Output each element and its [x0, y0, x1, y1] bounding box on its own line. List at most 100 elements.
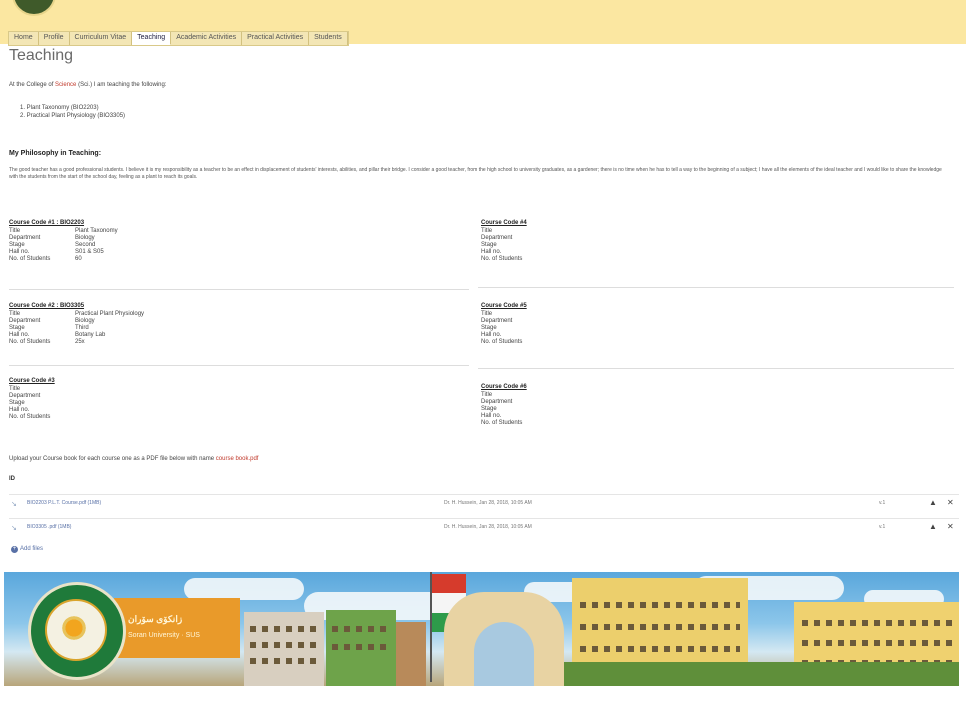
course-block-1: Course Code #1 : BIO2203 Title Plant Taxo…	[9, 219, 229, 263]
campus-banner: زانكۆی سۆران Soran University · SUS	[4, 572, 959, 686]
field-label: Stage	[9, 325, 25, 331]
field-label: No. of Students	[481, 339, 523, 345]
field-value: Botany Lab	[75, 332, 106, 338]
tab-students[interactable]: Students	[309, 32, 348, 45]
trees	[564, 662, 959, 686]
course-block-2: Course Code #2 : BIO3305 Title Practical …	[9, 302, 229, 346]
university-logo[interactable]	[12, 0, 56, 16]
college-link[interactable]: Science	[55, 82, 76, 88]
field-value: Third	[75, 325, 89, 331]
field-label: Stage	[481, 406, 497, 412]
course-book-link[interactable]: course book.pdf	[216, 456, 259, 462]
intro-text: At the College of Science (Sci.) I am te…	[9, 81, 166, 89]
page-title: Teaching	[9, 47, 74, 64]
file-version[interactable]: v.1	[879, 500, 885, 506]
field-label: Title	[9, 228, 21, 234]
field-label: Stage	[481, 242, 497, 248]
file-link[interactable]: BIO3305 .pdf (1MB)	[27, 524, 71, 530]
upload-icon[interactable]: ▲	[929, 522, 937, 531]
course-code: Course Code #1 : BIO2203	[9, 220, 85, 226]
course-list: 1. Plant Taxonomy (BIO2203) 2. Practical…	[20, 104, 125, 120]
field-label: Hall no.	[481, 332, 502, 338]
field-label: No. of Students	[9, 339, 51, 345]
field-label: Title	[481, 228, 493, 234]
tab-academic-activities[interactable]: Academic Activities	[171, 32, 243, 45]
field-value: 25x	[75, 339, 85, 345]
tab-teaching[interactable]: Teaching	[132, 32, 172, 45]
add-files-button[interactable]: + Add files	[11, 546, 43, 553]
upload-note-text: Upload your Course book for each course …	[9, 456, 215, 462]
field-value: Second	[75, 242, 96, 248]
gate-arch	[444, 592, 564, 686]
field-label: Department	[9, 235, 41, 241]
field-label: Hall no.	[9, 407, 30, 413]
course-code: Course Code #4	[481, 220, 527, 226]
table-row[interactable]: ↘ BIO2203 P.L.T. Course.pdf (1MB) Dr. H.…	[9, 494, 959, 513]
file-icon: ↘	[11, 525, 17, 532]
field-label: No. of Students	[481, 256, 523, 262]
course-block-6: Course Code #6 Title Department Stage Ha…	[481, 383, 701, 427]
university-name-kurdish: زانكۆی سۆران	[128, 614, 183, 624]
field-label: Stage	[9, 400, 25, 406]
field-value: 60	[75, 256, 82, 262]
tab-practical-activities[interactable]: Practical Activities	[242, 32, 310, 45]
divider	[9, 289, 469, 290]
files-label: ID	[9, 476, 15, 482]
file-link[interactable]: BIO2203 P.L.T. Course.pdf (1MB)	[27, 500, 101, 506]
field-value: S01 & S05	[75, 249, 104, 255]
field-label: Title	[481, 392, 493, 398]
file-meta: Dr. H. Hussein, Jan 28, 2018, 10:05 AM	[444, 524, 532, 530]
site-header: Home Profile Curriculum Vitae Teaching A…	[0, 0, 966, 46]
course-code: Course Code #6	[481, 384, 527, 390]
field-label: No. of Students	[481, 420, 523, 426]
table-row[interactable]: ↘ BIO3305 .pdf (1MB) Dr. H. Hussein, Jan…	[9, 518, 959, 537]
field-value: Practical Plant Physiology	[75, 311, 145, 317]
field-label: Hall no.	[481, 249, 502, 255]
course-code: Course Code #3	[9, 378, 55, 384]
upload-icon[interactable]: ▲	[929, 498, 937, 507]
file-version[interactable]: v.1	[879, 524, 885, 530]
course-block-5: Course Code #5 Title Department Stage Ha…	[481, 302, 701, 346]
philosophy-heading: My Philosophy in Teaching:	[9, 150, 102, 157]
field-label: Department	[9, 393, 41, 399]
university-nameplate: زانكۆی سۆران Soran University · SUS	[114, 598, 240, 658]
file-icon: ↘	[11, 501, 17, 508]
file-meta: Dr. H. Hussein, Jan 28, 2018, 10:05 AM	[444, 500, 532, 506]
building	[326, 610, 396, 686]
sun-icon	[59, 613, 89, 643]
cloud	[184, 578, 304, 600]
building	[244, 612, 324, 686]
delete-icon[interactable]: ✕	[947, 498, 954, 507]
field-value: Biology	[75, 235, 95, 241]
field-label: No. of Students	[9, 414, 51, 420]
divider	[478, 368, 954, 369]
tab-home[interactable]: Home	[9, 32, 39, 45]
course-block-4: Course Code #4 Title Department Stage Ha…	[481, 219, 701, 263]
university-name-english: Soran University · SUS	[128, 632, 200, 639]
list-item: 1. Plant Taxonomy (BIO2203)	[20, 105, 99, 111]
field-label: Department	[481, 235, 513, 241]
intro-prefix: At the College of	[9, 82, 54, 88]
tab-profile[interactable]: Profile	[39, 32, 70, 45]
course-code: Course Code #2 : BIO3305	[9, 303, 85, 309]
divider	[9, 365, 469, 366]
nav-tabs: Home Profile Curriculum Vitae Teaching A…	[8, 31, 349, 46]
divider	[478, 287, 954, 288]
university-seal	[28, 582, 126, 680]
philosophy-text: The good teacher has a good professional…	[9, 167, 942, 180]
plus-icon: +	[11, 546, 18, 553]
field-label: Hall no.	[9, 249, 30, 255]
field-label: Department	[481, 399, 513, 405]
tab-curriculum-vitae[interactable]: Curriculum Vitae	[70, 32, 133, 45]
field-label: Department	[9, 318, 41, 324]
field-label: Title	[9, 386, 21, 392]
field-label: No. of Students	[9, 256, 51, 262]
field-label: Department	[481, 318, 513, 324]
field-label: Hall no.	[9, 332, 30, 338]
upload-note: Upload your Course book for each course …	[9, 455, 258, 463]
field-label: Hall no.	[481, 413, 502, 419]
intro-suffix: (Sci.) I am teaching the following:	[78, 82, 167, 88]
add-files-label: Add files	[20, 546, 44, 552]
delete-icon[interactable]: ✕	[947, 522, 954, 531]
field-label: Stage	[481, 325, 497, 331]
